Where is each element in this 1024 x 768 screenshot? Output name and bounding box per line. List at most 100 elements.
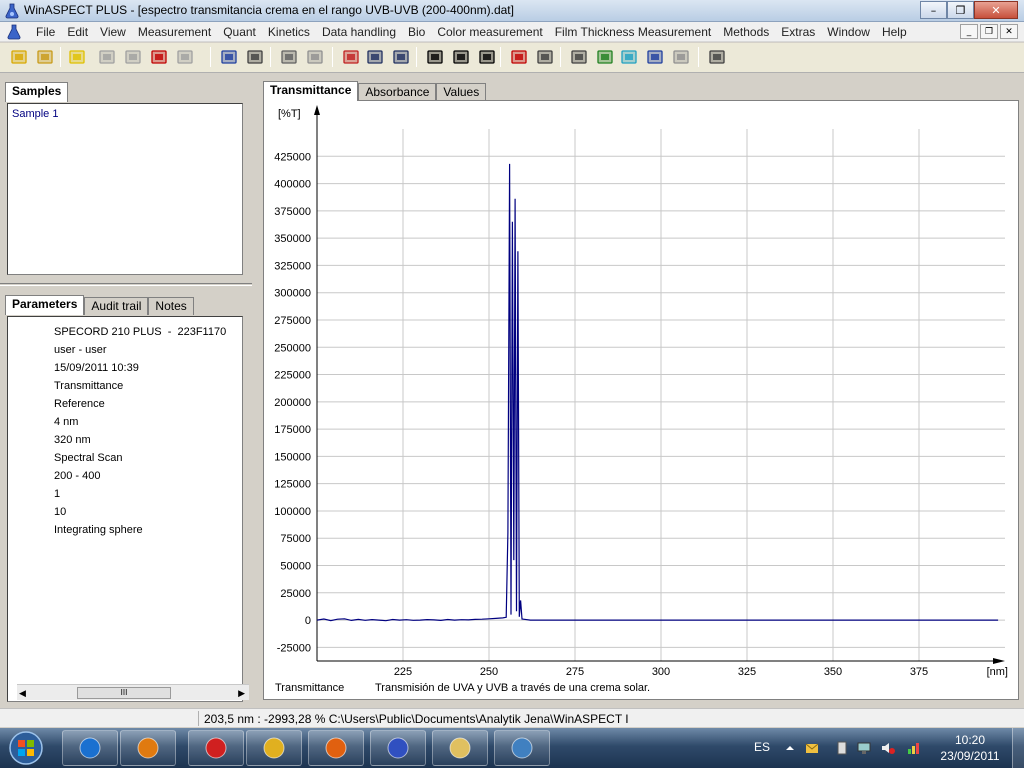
y-tick-label: -25000 <box>277 642 311 654</box>
record-button[interactable] <box>148 46 170 68</box>
y-tick-label: 200000 <box>274 397 311 409</box>
tab-samples[interactable]: Samples <box>5 82 69 102</box>
y-tick-label: 25000 <box>280 588 311 600</box>
minimize-button[interactable]: – <box>920 1 947 19</box>
network-icon[interactable] <box>856 740 872 756</box>
mdi-close-button[interactable]: ✕ <box>1000 24 1018 39</box>
cursor-icon <box>511 50 527 64</box>
camera-settings-button[interactable] <box>122 46 144 68</box>
list-item[interactable]: Sample 1 <box>12 108 58 120</box>
save-button[interactable] <box>218 46 240 68</box>
picture-taskbar-button[interactable] <box>494 730 550 766</box>
report-button[interactable] <box>568 46 590 68</box>
tab-transmittance[interactable]: Transmittance <box>263 81 359 101</box>
horizontal-scrollbar[interactable]: ◀ III ▶ <box>17 684 249 700</box>
folder-taskbar-button[interactable] <box>432 730 488 766</box>
open-button[interactable] <box>8 46 30 68</box>
spectrum-line[interactable] <box>316 163 999 622</box>
database-icon <box>37 50 53 64</box>
print-icon <box>247 50 263 64</box>
zoom-out-button[interactable] <box>390 46 412 68</box>
close-button[interactable]: ✕ <box>974 1 1018 19</box>
menu-file[interactable]: File <box>30 25 61 39</box>
parameter-value: 200 - 400 <box>54 470 101 482</box>
rotate-button[interactable] <box>534 46 556 68</box>
firefox-taskbar-button[interactable] <box>308 730 364 766</box>
media-player-taskbar-button[interactable] <box>120 730 176 766</box>
pin-taskbar-button[interactable] <box>188 730 244 766</box>
device-icon[interactable] <box>834 740 850 756</box>
mdi-minimize-button[interactable]: _ <box>960 24 978 39</box>
x-tick-label: 325 <box>738 666 756 678</box>
menu-color-measurement[interactable]: Color measurement <box>431 25 548 39</box>
show-desktop-button[interactable] <box>1012 728 1024 768</box>
picture-icon <box>511 737 533 759</box>
y-tick-label: 175000 <box>274 424 311 436</box>
database-button[interactable] <box>34 46 56 68</box>
camera-icon <box>99 50 115 64</box>
volume-muted-icon[interactable] <box>880 740 896 756</box>
graph-button[interactable] <box>340 46 362 68</box>
menu-view[interactable]: View <box>94 25 132 39</box>
menu-kinetics[interactable]: Kinetics <box>262 25 316 39</box>
table-button[interactable] <box>706 46 728 68</box>
y-tick-label: 75000 <box>280 533 311 545</box>
menu-help[interactable]: Help <box>876 25 913 39</box>
grid-button[interactable] <box>424 46 446 68</box>
vertical-grid-button[interactable] <box>476 46 498 68</box>
menu-film-thickness-measurement[interactable]: Film Thickness Measurement <box>549 25 718 39</box>
text-tool-button[interactable] <box>618 46 640 68</box>
scrollbar-thumb[interactable]: III <box>77 687 171 699</box>
export-image-icon <box>597 50 613 64</box>
scissors-disabled-button[interactable] <box>670 46 692 68</box>
tab-absorbance[interactable]: Absorbance <box>358 83 437 101</box>
print-button[interactable] <box>244 46 266 68</box>
maximize-button[interactable]: ❐ <box>947 1 974 19</box>
start-icon[interactable] <box>6 730 46 766</box>
cut-button[interactable] <box>644 46 666 68</box>
ie-taskbar-button[interactable] <box>62 730 118 766</box>
show-hidden-icons-icon[interactable] <box>782 740 798 756</box>
parameter-value: SPECORD 210 PLUS - 223F1170 <box>54 326 227 338</box>
performance-icon[interactable] <box>906 740 922 756</box>
winaspect-taskbar-button[interactable] <box>370 730 426 766</box>
spectrum-chart[interactable]: 225 250 275 300 325 350 375 -25000 0 25000 50000 75… <box>263 100 1019 700</box>
mail-tray-icon[interactable] <box>804 740 820 756</box>
mdi-restore-button[interactable]: ❐ <box>980 24 998 39</box>
table-icon <box>709 50 725 64</box>
menu-edit[interactable]: Edit <box>61 25 94 39</box>
graph-icon <box>343 50 359 64</box>
spectrum-plot[interactable]: 225 250 275 300 325 350 375 -25000 0 25000 50000 75… <box>264 101 1018 699</box>
menu-extras[interactable]: Extras <box>775 25 821 39</box>
scroll-right-icon[interactable]: ▶ <box>238 688 245 699</box>
menu-window[interactable]: Window <box>821 25 876 39</box>
menu-measurement[interactable]: Measurement <box>132 25 217 39</box>
menu-methods[interactable]: Methods <box>717 25 775 39</box>
paste-icon <box>307 50 323 64</box>
copy-button[interactable] <box>278 46 300 68</box>
tab-notes[interactable]: Notes <box>148 297 194 315</box>
cursor-button[interactable] <box>508 46 530 68</box>
y-tick-label: 225000 <box>274 370 311 382</box>
language-indicator[interactable]: ES <box>754 740 770 754</box>
paste-button[interactable] <box>304 46 326 68</box>
clock[interactable]: 10:20 23/09/2011 <box>930 732 1010 764</box>
menu-data-handling[interactable]: Data handling <box>316 25 402 39</box>
scissors-disabled-icon <box>673 50 689 64</box>
parameter-value: 320 nm <box>54 434 91 446</box>
camera-button[interactable] <box>96 46 118 68</box>
menu-bio[interactable]: Bio <box>402 25 431 39</box>
tab-audit-trail[interactable]: Audit trail <box>84 297 149 315</box>
export-image-button[interactable] <box>594 46 616 68</box>
zoom-in-button[interactable] <box>364 46 386 68</box>
scroll-left-icon[interactable]: ◀ <box>19 688 26 699</box>
tab-values[interactable]: Values <box>436 83 487 101</box>
chart-footer-mode: Transmittance <box>275 682 344 694</box>
mail-taskbar-button[interactable] <box>246 730 302 766</box>
menu-quant[interactable]: Quant <box>217 25 262 39</box>
tab-parameters[interactable]: Parameters <box>5 295 85 315</box>
horizontal-grid-button[interactable] <box>450 46 472 68</box>
palette-button[interactable] <box>66 46 88 68</box>
refresh-disabled-button[interactable] <box>174 46 196 68</box>
document-flask-icon[interactable] <box>6 24 22 40</box>
